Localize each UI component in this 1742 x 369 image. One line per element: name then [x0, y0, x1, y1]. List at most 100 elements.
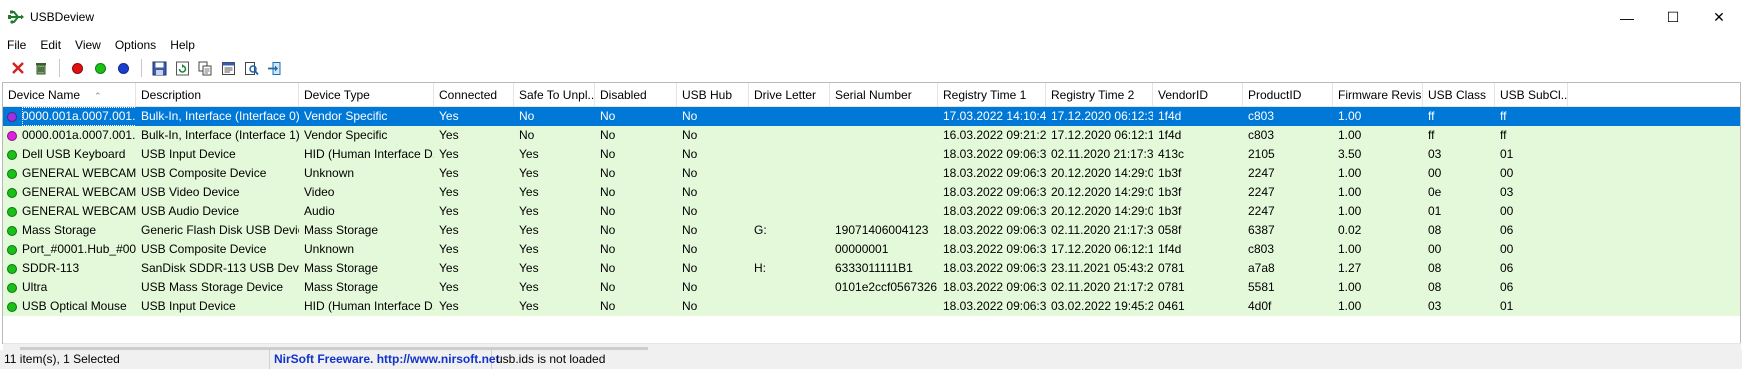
cell-usb-subclass: ff [1500, 109, 1507, 123]
column-header-drive-letter[interactable]: Drive Letter [749, 83, 830, 107]
red-dot-button[interactable] [66, 57, 88, 79]
cell-usb-class: 0e [1428, 185, 1442, 199]
cell-usb-class: ff [1428, 128, 1435, 142]
column-header-registry-time-2[interactable]: Registry Time 2 [1046, 83, 1153, 107]
properties-button[interactable] [217, 57, 239, 79]
column-header-registry-time-1[interactable]: Registry Time 1 [938, 83, 1046, 107]
column-header-safe-to-unplug[interactable]: Safe To Unpl... [514, 83, 595, 107]
cell-registry-time-1: 18.03.2022 09:06:38 [943, 280, 1046, 294]
html-report-button[interactable] [240, 57, 262, 79]
cell-usb-class: 03 [1428, 147, 1442, 161]
device-list[interactable]: Device Name ⌃ Description Device Type Connec… [2, 82, 1741, 344]
column-header-usb-hub[interactable]: USB Hub [677, 83, 749, 107]
column-header-vendor-id[interactable]: VendorID [1153, 83, 1243, 107]
menu-edit[interactable]: Edit [33, 35, 68, 55]
green-dot-button[interactable] [89, 57, 111, 79]
cell-disabled: No [600, 166, 616, 180]
cell-registry-time-1: 18.03.2022 09:06:39 [943, 299, 1046, 313]
status-dot-icon [7, 168, 17, 179]
table-row[interactable]: SDDR-113 SanDisk SDDR-113 USB Device Mass … [3, 259, 1740, 278]
nirsoft-link[interactable]: NirSoft Freeware. http://www.nirsoft.net [270, 350, 500, 369]
cell-device-type: HID (Human Interface D... [304, 299, 434, 313]
table-row[interactable]: 0000.001a.0007.001.00... Bulk-In, Interfa… [3, 126, 1740, 145]
cell-safe-to-unplug: Yes [519, 299, 539, 313]
maximize-button[interactable]: ☐ [1650, 0, 1696, 35]
disconnect-button[interactable] [7, 57, 29, 79]
usb-icon [8, 10, 24, 24]
title-bar: USBDeview — ☐ ✕ [0, 0, 1742, 35]
cell-connected: Yes [439, 242, 459, 256]
cell-description: SanDisk SDDR-113 USB Device [141, 261, 299, 275]
cell-vendor-id: 0781 [1158, 280, 1185, 294]
cell-serial-number [830, 202, 938, 221]
cell-product-id: 2247 [1248, 185, 1275, 199]
cell-device-type: Unknown [304, 166, 355, 180]
status-dot-icon [7, 244, 17, 255]
column-header-serial-number[interactable]: Serial Number [830, 83, 938, 107]
cell-drive-letter [749, 107, 830, 126]
uninstall-button[interactable] [30, 57, 52, 79]
cell-usb-subclass: 06 [1500, 280, 1514, 294]
table-row[interactable]: GENERAL WEBCAM USB Composite Device Unknow… [3, 164, 1740, 183]
cell-safe-to-unplug: Yes [519, 261, 539, 275]
exit-button[interactable] [263, 57, 285, 79]
cell-registry-time-2: 02.11.2020 21:17:26 [1051, 280, 1153, 294]
column-header-usb-class[interactable]: USB Class [1423, 83, 1495, 107]
cell-device-name: GENERAL WEBCAM [3, 183, 136, 202]
cell-usb-hub: No [682, 299, 698, 313]
sort-arrow-icon: ⌃ [94, 91, 102, 101]
device-name-text: GENERAL WEBCAM [22, 166, 136, 180]
table-row[interactable]: USB Optical Mouse USB Input Device HID (Hu… [3, 297, 1740, 316]
cell-description: USB Audio Device [141, 204, 240, 218]
menu-file[interactable]: File [0, 35, 33, 55]
column-header-device-name[interactable]: Device Name ⌃ [3, 83, 136, 107]
save-button[interactable] [148, 57, 170, 79]
column-header-description[interactable]: Description [136, 83, 299, 107]
status-bar: 11 item(s), 1 Selected NirSoft Freeware.… [0, 350, 1742, 369]
cell-vendor-id: 1f4d [1158, 242, 1182, 256]
toolbar [0, 56, 1742, 80]
cell-disabled: No [600, 261, 616, 275]
cell-firmware-revision: 1.00 [1338, 204, 1362, 218]
table-row[interactable]: Port_#0001.Hub_#0009 USB Composite Device… [3, 240, 1740, 259]
column-header-product-id[interactable]: ProductID [1243, 83, 1333, 107]
refresh-button[interactable] [171, 57, 193, 79]
cell-usb-class: 08 [1428, 261, 1442, 275]
table-row[interactable]: GENERAL WEBCAM USB Video Device Video Yes Ye… [3, 183, 1740, 202]
cell-device-type: HID (Human Interface D... [304, 147, 434, 161]
table-row[interactable]: Dell USB Keyboard USB Input Device HID (Hu… [3, 145, 1740, 164]
cell-registry-time-1: 17.03.2022 14:10:47 [943, 109, 1046, 123]
cell-device-name: Ultra [3, 278, 136, 297]
column-header-label: Connected [439, 88, 498, 102]
table-row[interactable]: Mass Storage Generic Flash Disk USB Devic… [3, 221, 1740, 240]
column-header-connected[interactable]: Connected [434, 83, 514, 107]
cell-registry-time-1: 18.03.2022 09:06:39 [943, 242, 1046, 256]
cell-usb-class: ff [1428, 109, 1435, 123]
cell-registry-time-1: 18.03.2022 09:06:38 [943, 166, 1046, 180]
copy-button[interactable] [194, 57, 216, 79]
cell-safe-to-unplug: Yes [519, 185, 539, 199]
close-icon: ✕ [1713, 9, 1725, 25]
minimize-icon: — [1620, 9, 1634, 26]
blue-dot-button[interactable] [112, 57, 134, 79]
table-row[interactable]: Ultra USB Mass Storage Device Mass Storage… [3, 278, 1740, 297]
cell-description: USB Input Device [141, 299, 236, 313]
cell-usb-subclass: 00 [1500, 242, 1514, 256]
cell-device-name: Mass Storage [3, 221, 136, 240]
column-header-disabled[interactable]: Disabled [595, 83, 677, 107]
cell-serial-number [830, 297, 938, 316]
minimize-button[interactable]: — [1604, 0, 1650, 35]
cell-device-name: Dell USB Keyboard [3, 145, 136, 164]
menu-view[interactable]: View [68, 35, 108, 55]
column-header-usb-subclass[interactable]: USB SubCl... [1495, 83, 1568, 107]
cell-vendor-id: 1b3f [1158, 204, 1182, 218]
cell-vendor-id: 058f [1158, 223, 1182, 237]
column-header-firmware-revision[interactable]: Firmware Revisi... [1333, 83, 1423, 107]
column-header-device-type[interactable]: Device Type [299, 83, 434, 107]
close-button[interactable]: ✕ [1696, 0, 1742, 35]
menu-help[interactable]: Help [163, 35, 202, 55]
table-row[interactable]: 0000.001a.0007.001.00... Bulk-In, Interfa… [3, 107, 1740, 126]
cell-disabled: No [600, 185, 616, 199]
menu-options[interactable]: Options [108, 35, 163, 55]
table-row[interactable]: GENERAL WEBCAM USB Audio Device Audio Yes Ye… [3, 202, 1740, 221]
